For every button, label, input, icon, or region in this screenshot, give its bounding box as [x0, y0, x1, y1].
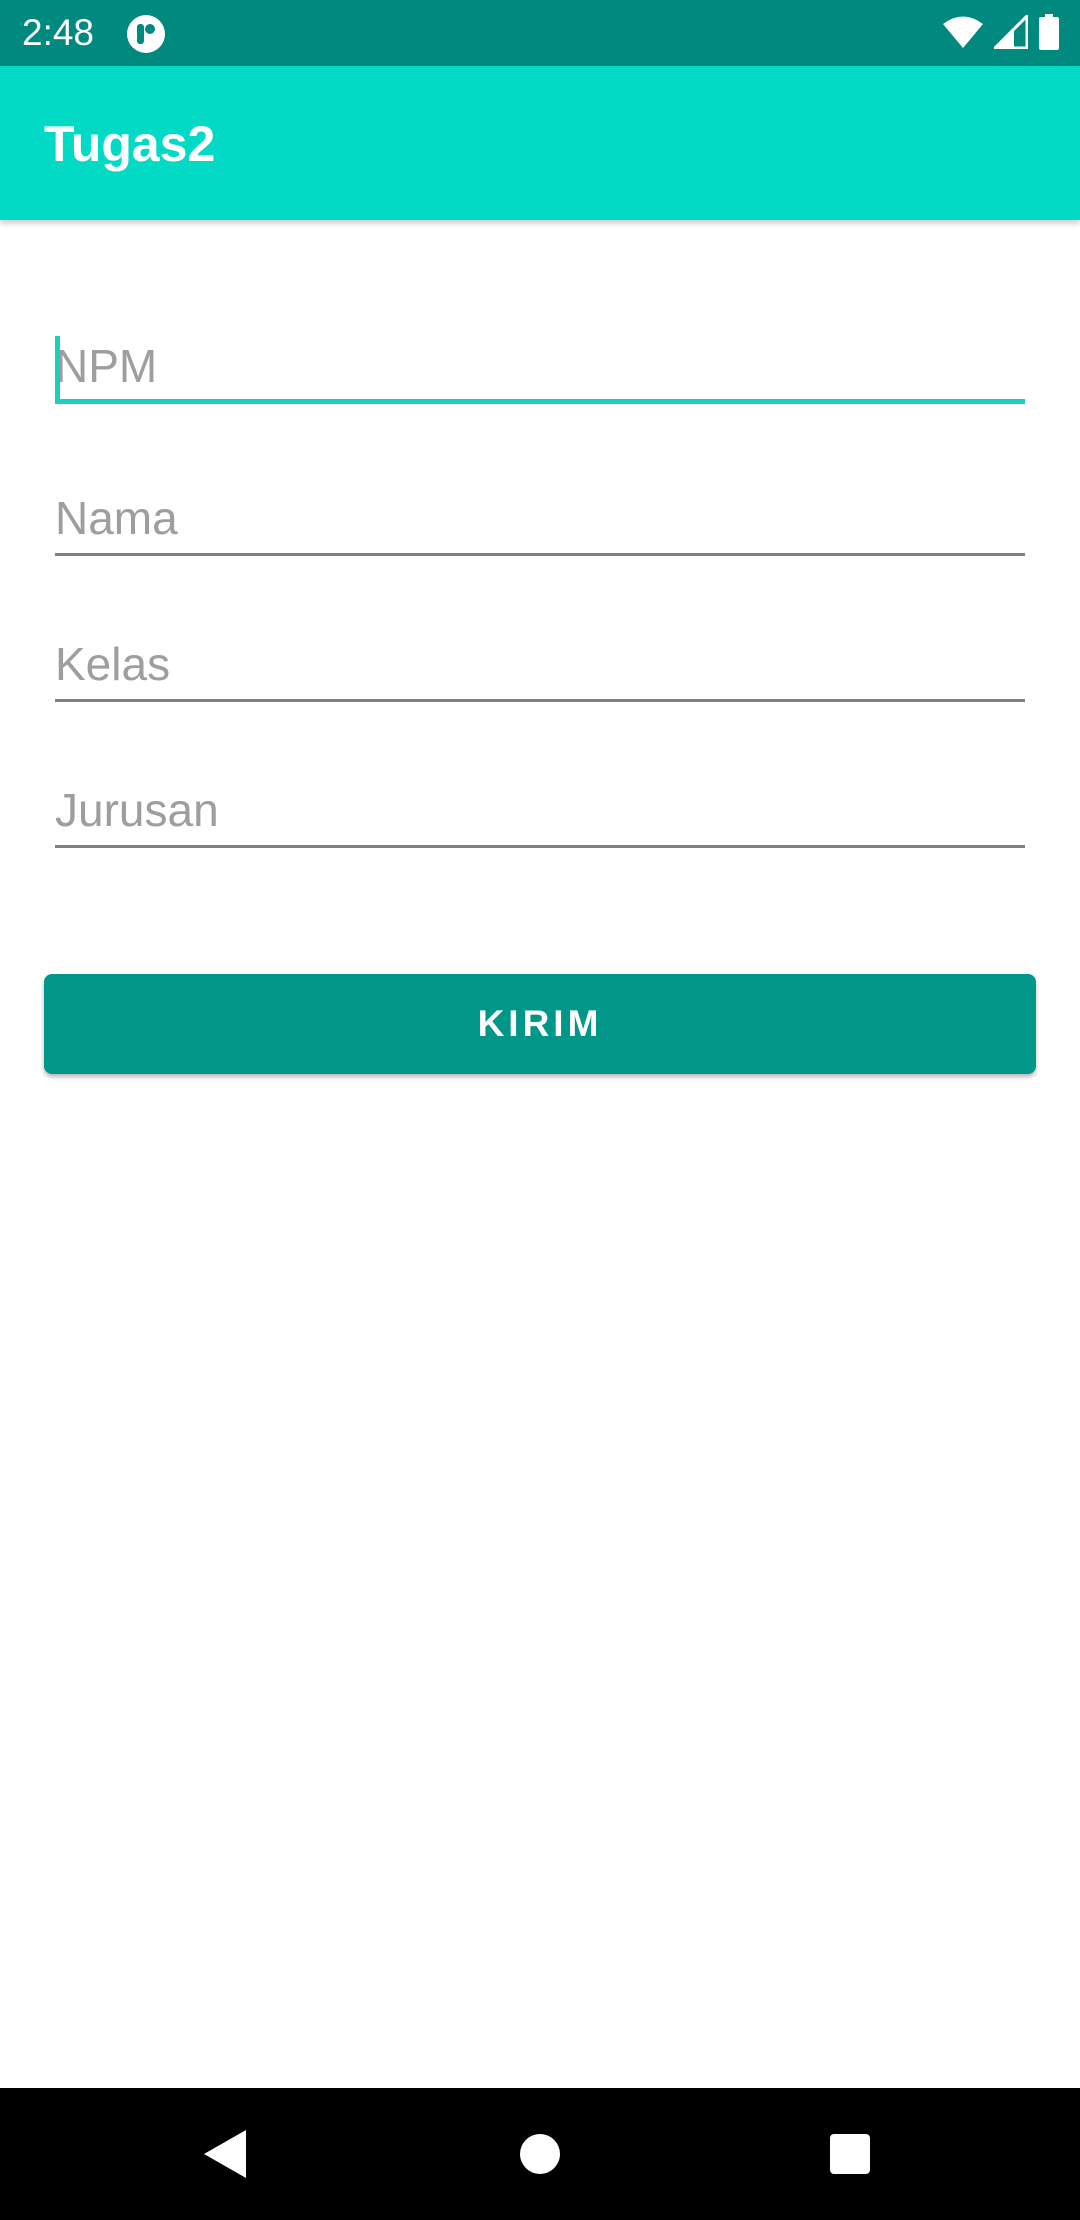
kelas-input[interactable]	[55, 632, 1025, 696]
app-notification-icon	[126, 14, 166, 54]
home-button[interactable]	[500, 2114, 580, 2194]
nama-input[interactable]	[55, 486, 1025, 550]
status-bar: 2:48	[0, 0, 1080, 66]
kelas-underline	[55, 699, 1025, 702]
nama-underline	[55, 553, 1025, 556]
npm-field[interactable]	[55, 334, 1025, 404]
npm-underline	[55, 399, 1025, 404]
navigation-bar	[0, 2088, 1080, 2220]
wifi-icon	[942, 15, 984, 54]
recents-button[interactable]	[810, 2114, 890, 2194]
status-time: 2:48	[22, 12, 95, 53]
text-cursor	[55, 336, 60, 402]
nama-field[interactable]	[55, 486, 1025, 556]
npm-input[interactable]	[55, 334, 1025, 398]
status-icons	[942, 11, 1060, 55]
home-icon	[520, 2134, 560, 2174]
back-button[interactable]	[186, 2114, 266, 2194]
jurusan-input[interactable]	[55, 778, 1025, 842]
app-bar: Tugas2	[0, 66, 1080, 220]
signal-icon	[991, 11, 1029, 54]
recents-icon	[830, 2134, 870, 2174]
back-icon	[204, 2130, 246, 2178]
kelas-field[interactable]	[55, 632, 1025, 702]
battery-icon	[1038, 13, 1060, 55]
app-title: Tugas2	[44, 116, 216, 172]
jurusan-underline	[55, 845, 1025, 848]
jurusan-field[interactable]	[55, 778, 1025, 848]
kirim-button[interactable]: KIRIM	[44, 974, 1036, 1074]
